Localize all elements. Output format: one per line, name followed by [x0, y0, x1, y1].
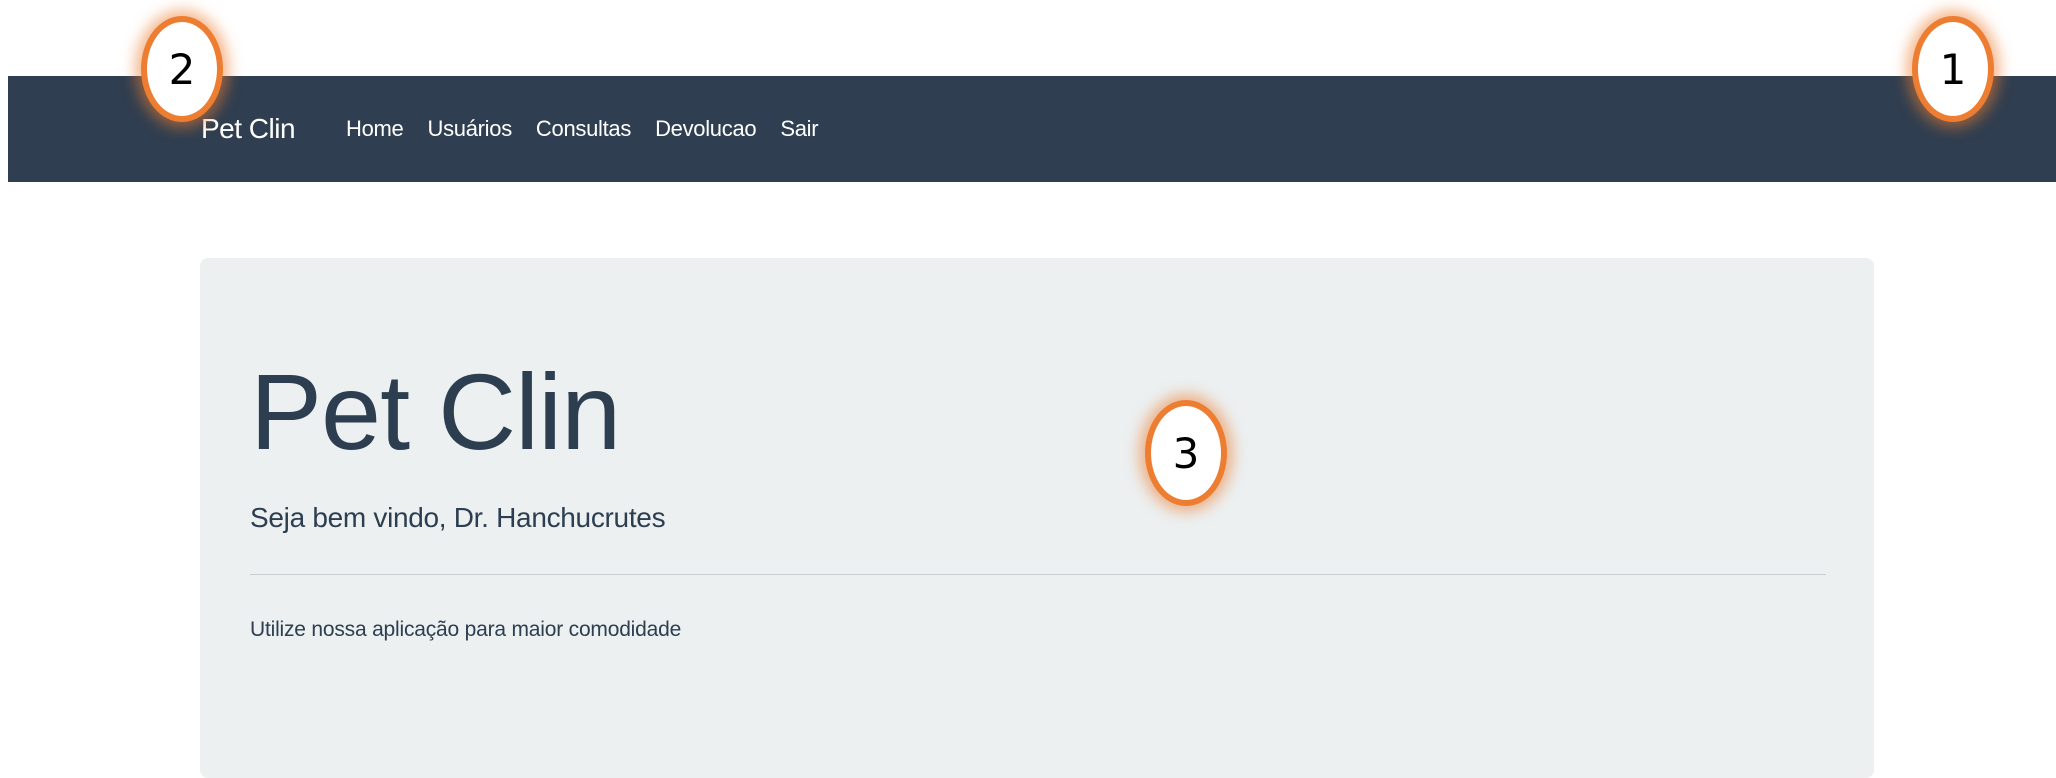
nav-item-home: Home — [334, 76, 416, 182]
nav-link-home[interactable]: Home — [334, 76, 416, 182]
nav-links: Home Usuários Consultas Devolucao Sair — [334, 76, 830, 182]
nav-link-devolucao[interactable]: Devolucao — [643, 76, 768, 182]
annotation-marker-2: 2 — [141, 16, 223, 122]
jumbotron-text: Utilize nossa aplicação para maior comod… — [250, 618, 682, 641]
nav-item-devolucao: Devolucao — [643, 76, 768, 182]
nav-link-usuarios[interactable]: Usuários — [416, 76, 524, 182]
jumbotron-lead: Seja bem vindo, Dr. Hanchucrutes — [250, 502, 666, 533]
navbar: Pet Clin Home Usuários Consultas Devoluc… — [8, 76, 2056, 182]
annotation-marker-3: 3 — [1145, 400, 1227, 506]
annotation-marker-1: 1 — [1912, 16, 1994, 122]
nav-item-consultas: Consultas — [524, 76, 643, 182]
jumbotron-divider — [250, 574, 1826, 575]
nav-link-consultas[interactable]: Consultas — [524, 76, 643, 182]
jumbotron: Pet Clin Seja bem vindo, Dr. Hanchucrute… — [200, 258, 1874, 778]
jumbotron-title: Pet Clin — [250, 351, 621, 472]
nav-item-sair: Sair — [768, 76, 830, 182]
nav-link-sair[interactable]: Sair — [768, 76, 830, 182]
nav-item-usuarios: Usuários — [416, 76, 524, 182]
